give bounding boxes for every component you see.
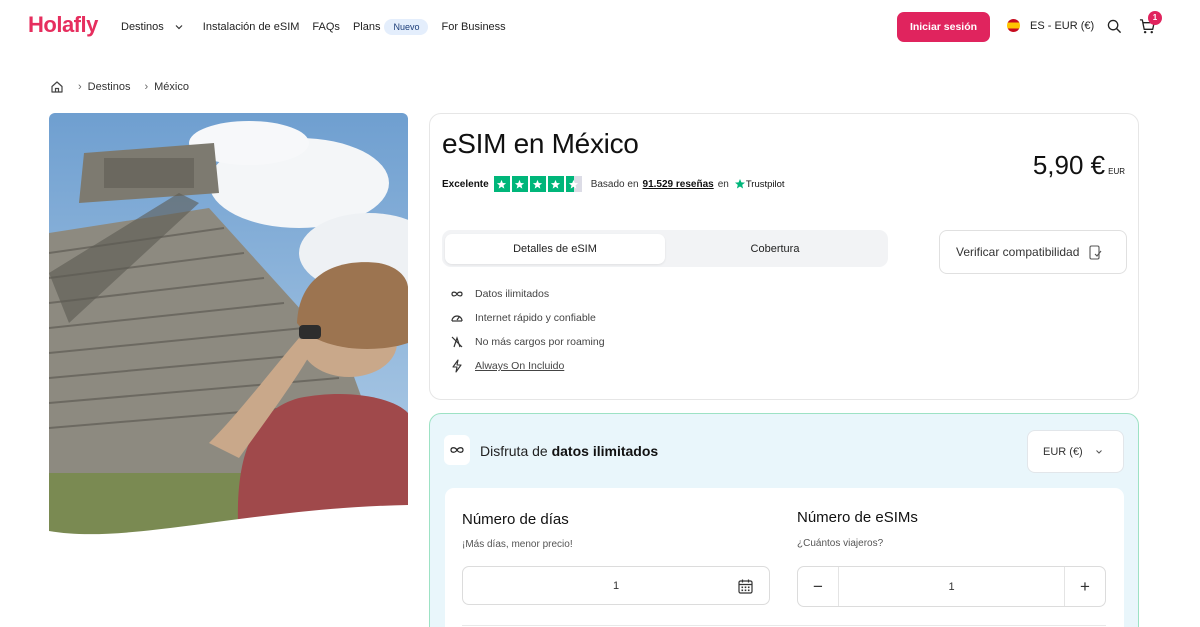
infinity-icon: [450, 447, 464, 453]
currency-select[interactable]: EUR (€): [1027, 430, 1124, 473]
reviews-suffix: en: [717, 178, 729, 190]
trustpilot-star-icon: [734, 179, 745, 189]
speedometer-icon: [451, 315, 463, 322]
star-icon: [547, 176, 564, 192]
feature-label: Datos ilimitados: [475, 288, 550, 300]
product-title: eSIM en México: [442, 128, 639, 159]
price: 5,90 € EUR: [1033, 150, 1125, 181]
reviews-link[interactable]: 91.529 reseñas: [643, 179, 714, 190]
star-icon: [511, 176, 528, 192]
product-card: eSIM en México Excelente Basado en 91.52…: [429, 113, 1139, 400]
site-header: Holafly Destinos Instalación de eSIM FAQ…: [0, 0, 1200, 54]
star-icon: [493, 176, 510, 192]
price-value: 5,90 €: [1032, 150, 1106, 180]
star-icon: [529, 176, 546, 192]
breadcrumb-separator-icon: ›: [144, 81, 149, 93]
rating-label: Excelente: [442, 178, 489, 190]
feature-item: Always On Incluido: [450, 354, 605, 378]
phone-check-icon: [1089, 244, 1102, 260]
trustpilot-rating: Excelente Basado en 91.529 reseñas en Tr…: [442, 176, 785, 192]
chevron-down-icon: [175, 25, 183, 30]
feature-item: Datos ilimitados: [450, 282, 605, 306]
plan-title-bold: datos ilimitados: [551, 443, 659, 459]
days-subtitle: ¡Más días, menor precio!: [462, 539, 573, 550]
verify-compatibility-label: Verificar compatibilidad: [956, 245, 1080, 259]
reviews-prefix: Basado en: [590, 178, 639, 190]
rating-stars: [493, 176, 584, 192]
chevron-down-icon: [1095, 449, 1102, 454]
currency-select-value: EUR (€): [1043, 445, 1083, 458]
nav-for-business-label: For Business: [441, 21, 506, 33]
infinity-icon: [451, 291, 463, 297]
breadcrumb-mexico: México: [154, 81, 189, 93]
home-icon[interactable]: [50, 80, 64, 94]
nav-for-business[interactable]: For Business: [441, 21, 505, 33]
plan-title-prefix: Disfruta de: [480, 443, 548, 459]
esims-value[interactable]: 1: [838, 567, 1065, 606]
nav-plans-label: Plans: [352, 21, 381, 33]
breadcrumb: › Destinos › México: [50, 80, 189, 94]
divider: [462, 625, 1106, 626]
calendar-icon[interactable]: [737, 578, 754, 595]
esims-title: Número de eSIMs: [797, 509, 918, 526]
locale-label: ES - EUR (€): [1030, 19, 1095, 32]
feature-item: Internet rápido y confiable: [450, 306, 605, 330]
nav-instalacion[interactable]: Instalación de eSIM: [203, 21, 300, 33]
breadcrumb-separator-icon: ›: [78, 81, 82, 93]
feature-label: Internet rápido y confiable: [475, 312, 596, 324]
main-nav: Destinos Instalación de eSIM FAQs Plans …: [121, 19, 519, 35]
nav-destinos[interactable]: Destinos: [121, 21, 190, 33]
spain-flag-icon: [1007, 19, 1020, 32]
nav-faqs-label: FAQs: [312, 21, 340, 33]
login-button[interactable]: Iniciar sesión: [897, 12, 990, 42]
plan-card: Disfruta de datos ilimitados EUR (€) Núm…: [429, 413, 1139, 627]
plan-title: Disfruta de datos ilimitados: [480, 443, 658, 459]
feature-list: Datos ilimitados Internet rápido y confi…: [450, 282, 605, 378]
lightning-icon: [452, 359, 462, 373]
feature-label: No más cargos por roaming: [475, 336, 605, 348]
feature-item: No más cargos por roaming: [450, 330, 605, 354]
new-badge: Nuevo: [384, 19, 429, 35]
nav-instalacion-label: Instalación de eSIM: [202, 21, 300, 33]
nav-destinos-label: Destinos: [121, 21, 164, 33]
days-title: Número de días: [462, 511, 569, 528]
holafly-logo[interactable]: Holafly: [28, 12, 98, 38]
plan-options-panel: Número de días ¡Más días, menor precio! …: [445, 488, 1124, 627]
no-roaming-icon: [451, 336, 463, 348]
half-star-icon: [565, 176, 582, 192]
plan-icon-box: [444, 435, 470, 465]
increment-button[interactable]: +: [1065, 567, 1105, 606]
price-currency: EUR: [1108, 167, 1125, 176]
esims-subtitle: ¿Cuántos viajeros?: [797, 538, 884, 549]
search-icon[interactable]: [1107, 19, 1122, 34]
always-on-link[interactable]: Always On Incluido: [475, 360, 564, 372]
cart-count-badge: 1: [1148, 11, 1162, 25]
days-input[interactable]: 1: [462, 566, 770, 605]
tab-cobertura[interactable]: Cobertura: [665, 234, 885, 264]
trustpilot-logo[interactable]: Trustpilot: [734, 178, 785, 190]
nav-plans[interactable]: Plans Nuevo: [353, 19, 429, 35]
nav-faqs[interactable]: FAQs: [312, 21, 340, 33]
hero-image: [49, 113, 408, 543]
locale-selector[interactable]: ES - EUR (€): [1007, 19, 1094, 32]
trustpilot-label: Trustpilot: [745, 178, 785, 190]
esims-stepper: − 1 +: [797, 566, 1106, 607]
product-tabs: Detalles de eSIM Cobertura: [442, 230, 888, 267]
decrement-button[interactable]: −: [798, 567, 838, 606]
tab-detalles[interactable]: Detalles de eSIM: [445, 233, 665, 264]
breadcrumb-destinos[interactable]: Destinos: [88, 81, 131, 93]
verify-compatibility-button[interactable]: Verificar compatibilidad: [939, 230, 1127, 274]
days-value: 1: [612, 579, 620, 592]
